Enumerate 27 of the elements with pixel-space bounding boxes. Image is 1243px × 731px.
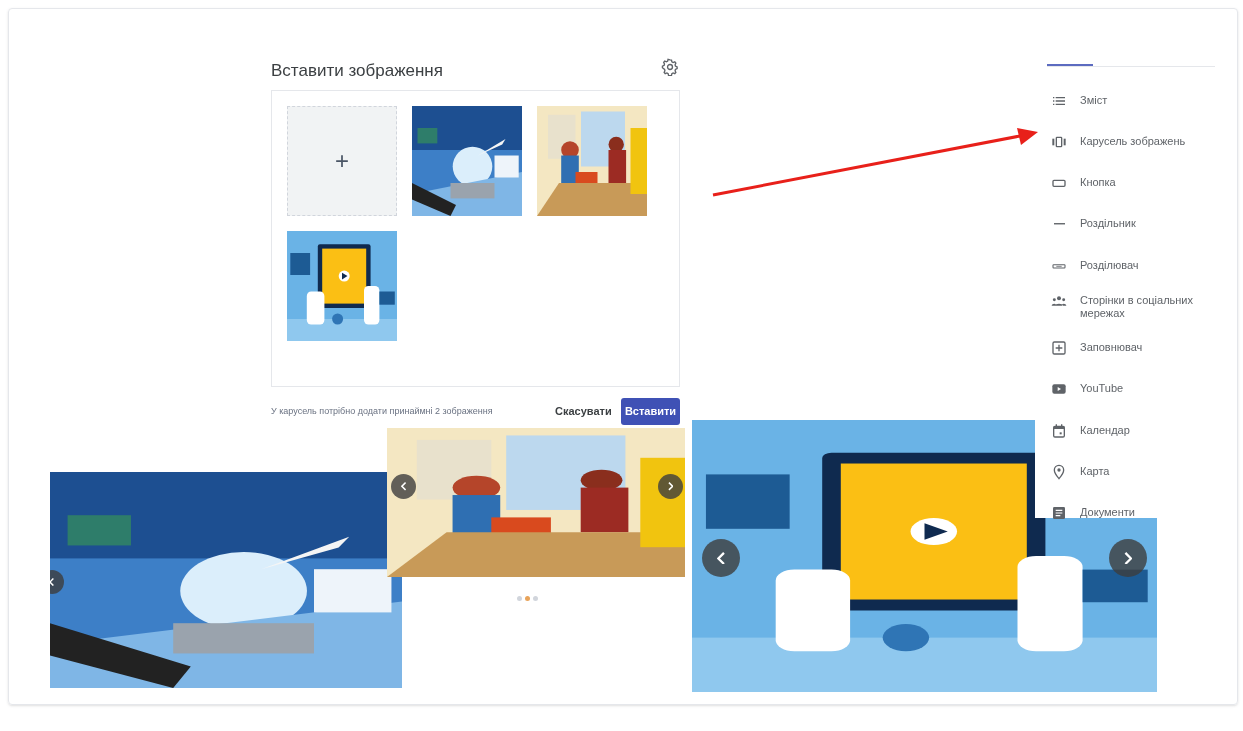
chevron-left-icon bbox=[716, 551, 726, 565]
line-icon bbox=[1053, 223, 1065, 225]
hint-text: У карусель потрібно додати принаймні 2 зображення bbox=[271, 405, 493, 418]
add-image-button[interactable]: + bbox=[287, 106, 397, 216]
insert-menu-item[interactable]: Документи bbox=[1051, 505, 1216, 521]
dialog-title: Вставити зображення bbox=[271, 60, 443, 82]
play-icon bbox=[1051, 381, 1067, 397]
settings-icon bbox=[661, 58, 679, 76]
settings-button[interactable] bbox=[661, 58, 679, 76]
insert-menu-item[interactable]: Кнопка bbox=[1051, 175, 1216, 191]
insert-menu-item[interactable]: YouTube bbox=[1051, 381, 1216, 397]
insert-button[interactable]: Вставити bbox=[621, 398, 680, 425]
insert-menu-item[interactable]: Розділювач bbox=[1051, 258, 1216, 274]
plus-square-icon bbox=[1051, 340, 1067, 356]
map-pin-icon bbox=[1051, 464, 1067, 480]
insert-menu-item[interactable]: Заповнювач bbox=[1051, 340, 1216, 356]
carousel-icon bbox=[1051, 134, 1067, 150]
insert-menu-item[interactable]: Карта bbox=[1051, 464, 1216, 480]
chevron-right-icon bbox=[1123, 551, 1133, 565]
insert-menu-item[interactable]: Сторінки в соціальних мережах bbox=[1051, 293, 1216, 320]
insert-menu-item[interactable]: Роздільник bbox=[1051, 216, 1216, 232]
people-icon bbox=[1051, 293, 1067, 309]
insert-menu-item[interactable]: Зміст bbox=[1051, 93, 1216, 109]
calendar-icon bbox=[1051, 423, 1067, 439]
insert-menu-item[interactable]: Карусель зображень bbox=[1051, 134, 1216, 150]
chevron-left-icon bbox=[50, 577, 55, 587]
insert-menu-item[interactable]: Календар bbox=[1051, 423, 1216, 439]
